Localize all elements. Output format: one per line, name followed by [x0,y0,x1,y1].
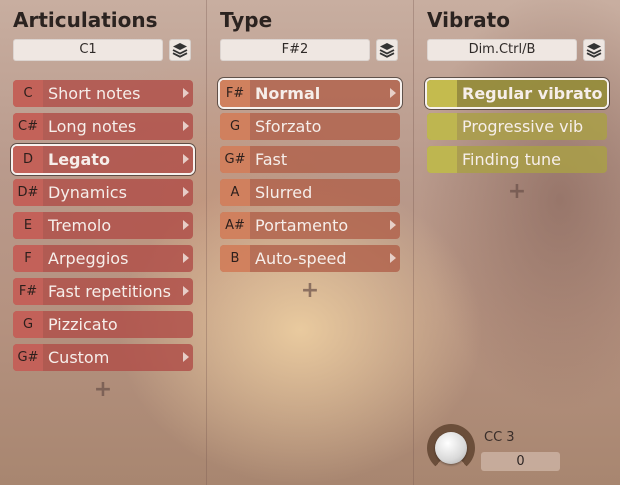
articulation-item-label: Dynamics [48,183,127,202]
triangle-right-icon[interactable] [390,220,396,230]
type-item[interactable]: G# Fast [220,146,400,173]
articulation-item[interactable]: F Arpeggios [13,245,193,272]
type-panel: Type F#2 F# Normal G Sforzato G# Fast A Slurred… [207,0,413,485]
type-item[interactable]: G Sforzato [220,113,400,140]
vibrato-item[interactable]: Finding tune [427,146,607,173]
triangle-right-icon[interactable] [183,88,189,98]
triangle-right-icon[interactable] [183,286,189,296]
articulation-item[interactable]: E Tremolo [13,212,193,239]
vibrato-panel: Vibrato Dim.Ctrl/B Regular vibrato Progre… [414,0,620,485]
vibrato-item[interactable]: Regular vibrato [427,80,607,107]
type-item[interactable]: B Auto-speed [220,245,400,272]
triangle-right-icon[interactable] [183,253,189,263]
articulation-item[interactable]: D# Dynamics [13,179,193,206]
vibrato-item-label: Finding tune [462,150,562,169]
type-item[interactable]: F# Normal [220,80,400,107]
add-vibrato-button[interactable]: + [507,179,527,204]
layers-icon [172,43,188,58]
articulation-item[interactable]: C Short notes [13,80,193,107]
type-list: F# Normal G Sforzato G# Fast A Slurred A# Portame… [220,80,400,278]
type-item-key: A [220,179,250,206]
articulations-list: C Short notes C# Long notes D Legato D# Dynamic… [13,80,193,377]
type-item-label: Normal [255,84,321,103]
add-type-button[interactable]: + [300,278,320,303]
cc-value-field[interactable]: 0 [481,452,560,471]
articulation-item-key: E [13,212,43,239]
cc-label: CC 3 [484,430,515,445]
triangle-right-icon[interactable] [183,352,189,362]
articulation-item-label: Pizzicato [48,315,118,334]
layers-icon [379,43,395,58]
articulation-item-label: Long notes [48,117,137,136]
articulation-item-key: C [13,80,43,107]
type-item-label: Auto-speed [255,249,347,268]
vibrato-item-key [427,80,457,107]
vibrato-title: Vibrato [427,8,510,32]
triangle-right-icon[interactable] [390,88,396,98]
type-item-label: Sforzato [255,117,322,136]
vibrato-item-key [427,146,457,173]
vibrato-layers-button[interactable] [583,39,605,61]
articulation-item-label: Custom [48,348,110,367]
type-item-key: A# [220,212,250,239]
type-item-key: B [220,245,250,272]
type-item[interactable]: A# Portamento [220,212,400,239]
type-layers-button[interactable] [376,39,398,61]
triangle-right-icon[interactable] [390,253,396,263]
articulation-item-key: F [13,245,43,272]
articulation-item-key: G# [13,344,43,371]
articulation-item[interactable]: D Legato [13,146,193,173]
type-item-label: Portamento [255,216,349,235]
cc-knob[interactable] [427,424,475,472]
type-item-label: Fast [255,150,288,169]
articulation-item-label: Arpeggios [48,249,129,268]
articulation-item-key: F# [13,278,43,305]
type-item[interactable]: A Slurred [220,179,400,206]
articulation-item-label: Fast repetitions [48,282,172,301]
triangle-right-icon[interactable] [183,187,189,197]
articulation-item-key: D# [13,179,43,206]
vibrato-controller-field[interactable]: Dim.Ctrl/B [427,39,577,61]
articulations-layers-button[interactable] [169,39,191,61]
articulation-item-label: Legato [48,150,110,169]
triangle-right-icon[interactable] [183,220,189,230]
type-keyswitch-field[interactable]: F#2 [220,39,370,61]
vibrato-list: Regular vibrato Progressive vib Finding tu… [427,80,607,179]
layers-icon [586,43,602,58]
type-item-key: F# [220,80,250,107]
articulation-item[interactable]: F# Fast repetitions [13,278,193,305]
articulations-panel: Articulations C1 C Short notes C# Long note… [0,0,206,485]
articulation-item-key: C# [13,113,43,140]
add-articulation-button[interactable]: + [93,377,113,402]
triangle-right-icon[interactable] [183,121,189,131]
articulation-item[interactable]: C# Long notes [13,113,193,140]
triangle-right-icon[interactable] [183,154,189,164]
articulation-item[interactable]: G Pizzicato [13,311,193,338]
articulations-keyswitch-field[interactable]: C1 [13,39,163,61]
articulation-item-key: G [13,311,43,338]
vibrato-item-label: Progressive vib [462,117,584,136]
type-title: Type [220,8,273,32]
knob-icon [435,432,467,464]
type-item-label: Slurred [255,183,313,202]
articulation-item-label: Tremolo [48,216,112,235]
articulations-title: Articulations [13,8,158,32]
type-item-key: G# [220,146,250,173]
vibrato-item[interactable]: Progressive vib [427,113,607,140]
vibrato-item-label: Regular vibrato [462,84,603,103]
articulation-item-label: Short notes [48,84,141,103]
type-item-key: G [220,113,250,140]
vibrato-item-key [427,113,457,140]
articulation-item-key: D [13,146,43,173]
articulation-item[interactable]: G# Custom [13,344,193,371]
